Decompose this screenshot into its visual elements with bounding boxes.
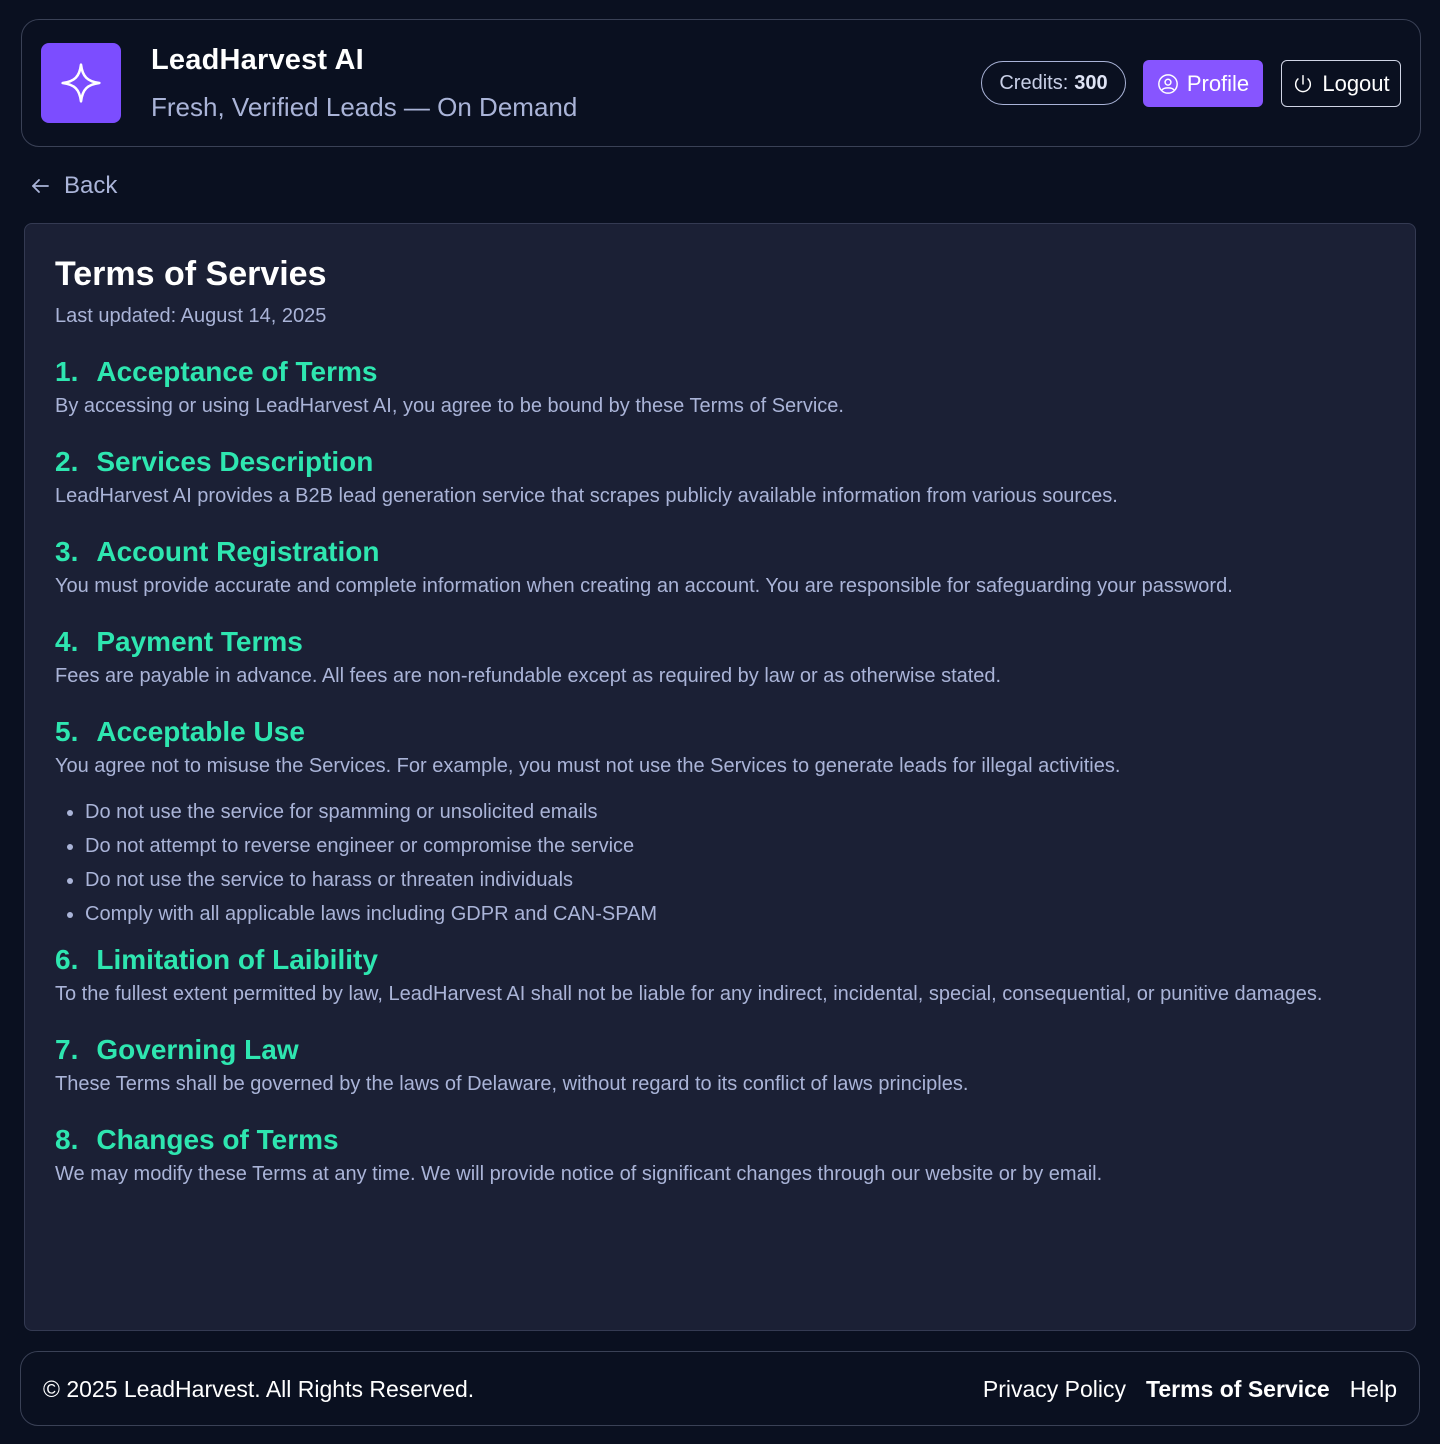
footer-links: Privacy Policy Terms of Service Help bbox=[983, 1376, 1397, 1403]
terms-section: 2. Services Description LeadHarvest AI p… bbox=[55, 446, 1385, 508]
section-number: 8. bbox=[55, 1124, 79, 1155]
section-heading: 2. Services Description bbox=[55, 446, 1385, 478]
section-number: 5. bbox=[55, 716, 79, 747]
section-heading: 6. Limitation of Laibility bbox=[55, 944, 1385, 976]
privacy-policy-link[interactable]: Privacy Policy bbox=[983, 1376, 1126, 1403]
logout-button[interactable]: Logout bbox=[1281, 60, 1401, 107]
list-item: Do not use the service for spamming or u… bbox=[55, 800, 1385, 824]
section-number: 7. bbox=[55, 1034, 79, 1065]
app-footer: © 2025 LeadHarvest. All Rights Reserved.… bbox=[20, 1351, 1420, 1426]
section-title: Limitation of Laibility bbox=[96, 944, 378, 975]
terms-section: 6. Limitation of Laibility To the fulles… bbox=[55, 944, 1385, 1006]
user-circle-icon bbox=[1157, 73, 1178, 94]
page-title: Terms of Servies bbox=[55, 255, 327, 293]
section-body: These Terms shall be governed by the law… bbox=[55, 1073, 969, 1095]
section-number: 1. bbox=[55, 356, 79, 387]
section-heading: 7. Governing Law bbox=[55, 1034, 1385, 1066]
back-link[interactable]: Back bbox=[28, 172, 117, 200]
section-title: Acceptance of Terms bbox=[96, 356, 378, 387]
app-tagline: Fresh, Verified Leads — On Demand bbox=[151, 92, 578, 122]
credits-badge: Credits: 300 bbox=[981, 61, 1126, 105]
section-number: 3. bbox=[55, 536, 79, 567]
section-title: Payment Terms bbox=[96, 626, 303, 657]
back-label: Back bbox=[64, 172, 118, 199]
section-heading: 4. Payment Terms bbox=[55, 626, 1385, 658]
section-body: Fees are payable in advance. All fees ar… bbox=[55, 665, 1002, 687]
credits-label: Credits: bbox=[999, 71, 1069, 94]
section-title: Account Registration bbox=[96, 536, 380, 567]
section-number: 4. bbox=[55, 626, 79, 657]
list-item: Do not attempt to reverse engineer or co… bbox=[55, 834, 1385, 858]
section-body: By accessing or using LeadHarvest AI, yo… bbox=[55, 395, 844, 417]
list-item: Do not use the service to harass or thre… bbox=[55, 868, 1385, 892]
section-title: Changes of Terms bbox=[96, 1124, 339, 1155]
terms-section: 4. Payment Terms Fees are payable in adv… bbox=[55, 626, 1385, 688]
terms-section: 3. Account Registration You must provide… bbox=[55, 536, 1385, 598]
section-heading: 8. Changes of Terms bbox=[55, 1124, 1385, 1156]
section-heading: 1. Acceptance of Terms bbox=[55, 356, 1385, 388]
terms-section: 8. Changes of Terms We may modify these … bbox=[55, 1124, 1385, 1186]
profile-button[interactable]: Profile bbox=[1143, 60, 1263, 107]
section-number: 2. bbox=[55, 446, 79, 477]
section-body: You must provide accurate and complete i… bbox=[55, 575, 1233, 597]
list-item: Comply with all applicable laws includin… bbox=[55, 902, 1385, 926]
acceptable-use-list: Do not use the service for spamming or u… bbox=[55, 800, 1385, 926]
copyright-text: © 2025 LeadHarvest. All Rights Reserved. bbox=[43, 1376, 475, 1402]
app-title: LeadHarvest AI bbox=[151, 44, 364, 76]
section-title: Services Description bbox=[96, 446, 374, 477]
logout-label: Logout bbox=[1322, 70, 1390, 96]
last-updated: Last updated: August 14, 2025 bbox=[55, 305, 327, 327]
section-title: Acceptable Use bbox=[96, 716, 305, 747]
arrow-left-icon bbox=[32, 179, 49, 193]
section-body: You agree not to misuse the Services. Fo… bbox=[55, 755, 1121, 777]
section-body: We may modify these Terms at any time. W… bbox=[55, 1163, 1103, 1185]
section-heading: 3. Account Registration bbox=[55, 536, 1385, 568]
power-icon bbox=[1295, 74, 1312, 92]
terms-section: 1. Acceptance of Terms By accessing or u… bbox=[55, 356, 1385, 418]
section-number: 6. bbox=[55, 944, 79, 975]
app-header: LeadHarvest AI Fresh, Verified Leads — O… bbox=[21, 19, 1421, 147]
help-link[interactable]: Help bbox=[1350, 1376, 1397, 1403]
section-title: Governing Law bbox=[96, 1034, 299, 1065]
app-logo bbox=[41, 43, 121, 123]
profile-label: Profile bbox=[1186, 70, 1250, 96]
terms-section: 5. Acceptable Use You agree not to misus… bbox=[55, 716, 1385, 926]
terms-of-service-link[interactable]: Terms of Service bbox=[1146, 1376, 1330, 1403]
terms-section: 7. Governing Law These Terms shall be go… bbox=[55, 1034, 1385, 1096]
credits-value: 300 bbox=[1074, 71, 1108, 94]
section-body: To the fullest extent permitted by law, … bbox=[55, 983, 1323, 1005]
sparkle-icon bbox=[61, 63, 101, 103]
section-heading: 5. Acceptable Use bbox=[55, 716, 1385, 748]
section-body: LeadHarvest AI provides a B2B lead gener… bbox=[55, 485, 1118, 507]
terms-card: Terms of Servies Last updated: August 14… bbox=[24, 223, 1416, 1331]
